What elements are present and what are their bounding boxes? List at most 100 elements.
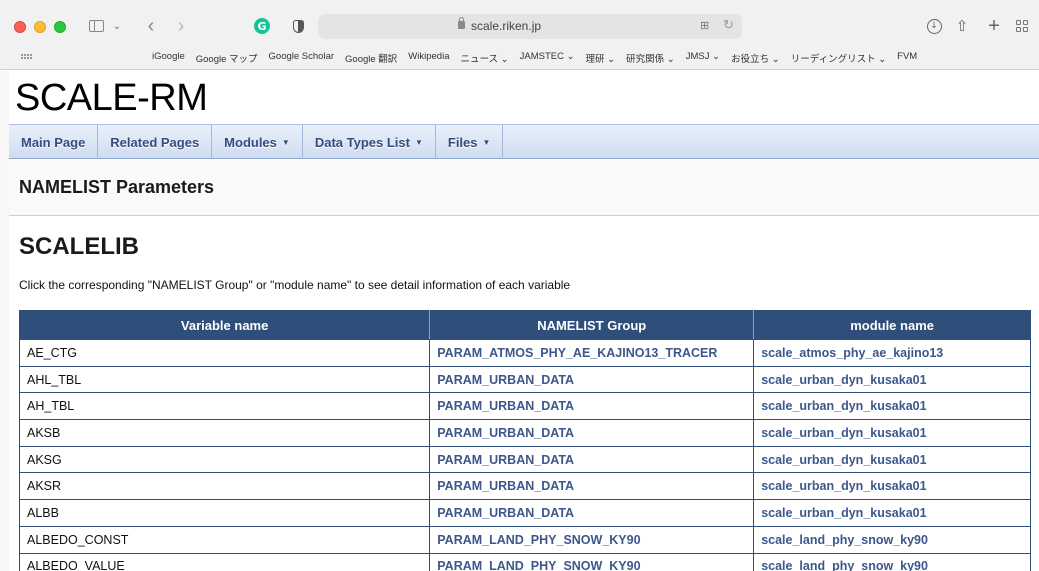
tab-overview-icon — [1016, 20, 1028, 32]
section-heading: SCALELIB — [19, 233, 139, 260]
variable-name-cell: AKSG — [18, 445, 431, 474]
column-header-namelist-group: NAMELIST Group — [429, 310, 755, 340]
download-icon: ↓ — [926, 18, 942, 34]
bookmark-item[interactable]: 研究関係 ⌄ — [626, 51, 675, 65]
namelist-group-link[interactable]: PARAM_ATMOS_PHY_AE_KAJINO13_TRACER — [429, 339, 755, 367]
bookmark-item[interactable]: iGoogle — [152, 51, 185, 65]
table-row: AKSG PARAM_URBAN_DATA scale_urban_dyn_kusa… — [18, 445, 1031, 474]
bookmark-item[interactable]: JMSJ ⌄ — [686, 51, 720, 65]
intro-text: Click the corresponding "NAMELIST Group"… — [19, 278, 571, 292]
column-header-module-name: module name — [753, 310, 1031, 340]
bookmark-item[interactable]: リーディングリスト ⌄ — [791, 51, 886, 65]
nav-item-label: Modules — [224, 134, 277, 150]
bookmark-item[interactable]: JAMSTEC ⌄ — [520, 51, 575, 65]
nav-item-label: Main Page — [21, 134, 86, 150]
bookmark-item[interactable]: FVM — [897, 51, 917, 65]
minimize-window-button[interactable] — [34, 21, 46, 33]
dropdown-arrow-icon: ▼ — [482, 137, 491, 147]
variable-name-cell: ALBEDO_CONST — [18, 525, 431, 554]
module-name-link[interactable]: scale_urban_dyn_kusaka01 — [753, 445, 1031, 474]
namelist-group-link[interactable]: PARAM_URBAN_DATA — [429, 365, 755, 394]
bookmark-item[interactable]: お役立ち ⌄ — [731, 51, 780, 65]
module-name-link[interactable]: scale_urban_dyn_kusaka01 — [753, 365, 1031, 394]
nav-item-data-types-list[interactable]: Data Types List ▼ — [303, 125, 436, 159]
nav-item-modules[interactable]: Modules ▼ — [212, 125, 303, 159]
bookmark-item[interactable]: 理研 ⌄ — [586, 51, 616, 65]
nav-item-files[interactable]: Files ▼ — [436, 125, 504, 159]
module-name-link[interactable]: scale_urban_dyn_kusaka01 — [753, 392, 1031, 421]
namelist-group-link[interactable]: PARAM_URBAN_DATA — [429, 392, 755, 421]
downloads-button[interactable]: ↓ — [924, 12, 944, 40]
module-name-link[interactable]: scale_urban_dyn_kusaka01 — [753, 499, 1031, 527]
namelist-group-link[interactable]: PARAM_URBAN_DATA — [429, 499, 755, 527]
variable-name-cell: AH_TBL — [18, 392, 431, 421]
table-row: ALBB PARAM_URBAN_DATA scale_urban_dyn_kusa… — [18, 499, 1031, 527]
grammarly-extension-button[interactable]: G — [252, 12, 272, 40]
module-name-link[interactable]: scale_urban_dyn_kusaka01 — [753, 419, 1031, 447]
namelist-table: Variable name NAMELIST Group module name… — [18, 310, 1031, 571]
url-text: scale.riken.jp — [471, 19, 542, 33]
browser-toolbar: ⌄ ‹ › G scale.riken.jp ⊞ ↻ ↓ ⇧ + iGoogle… — [0, 0, 1039, 70]
table-row: AKSR PARAM_URBAN_DATA scale_urban_dyn_kusa… — [18, 472, 1031, 501]
page-header: NAMELIST Parameters — [9, 159, 1039, 216]
table-row: AHL_TBL PARAM_URBAN_DATA scale_urban_dyn_k… — [18, 365, 1031, 394]
module-name-link[interactable]: scale_urban_dyn_kusaka01 — [753, 472, 1031, 501]
chevron-down-icon[interactable]: ⌄ — [110, 12, 124, 40]
new-tab-button[interactable]: + — [984, 12, 1004, 40]
table-row: AKSB PARAM_URBAN_DATA scale_urban_dyn_kusa… — [18, 419, 1031, 447]
table-header-row: Variable name NAMELIST Group module name — [18, 310, 1031, 340]
variable-name-cell: AKSR — [18, 472, 431, 501]
translate-icon[interactable]: ⊞ — [700, 19, 709, 32]
back-button[interactable]: ‹ — [140, 12, 162, 40]
bookmark-item[interactable]: Wikipedia — [408, 51, 449, 65]
nav-item-main-page[interactable]: Main Page — [9, 125, 99, 159]
privacy-extension-button[interactable] — [288, 12, 308, 40]
variable-name-cell: AE_CTG — [18, 339, 431, 367]
module-name-link[interactable]: scale_atmos_phy_ae_kajino13 — [753, 339, 1031, 367]
tab-overview-button[interactable] — [1012, 12, 1032, 40]
grammarly-icon: G — [254, 18, 270, 34]
bookmark-item[interactable]: Google 翻訳 — [345, 51, 397, 65]
nav-item-label: Files — [447, 134, 478, 150]
forward-button[interactable]: › — [170, 12, 192, 40]
bookmark-item[interactable]: ニュース ⌄ — [460, 51, 508, 65]
nav-item-label: Data Types List — [314, 134, 410, 150]
table-row: ALBEDO_CONST PARAM_LAND_PHY_SNOW_KY90 scal… — [18, 525, 1031, 554]
address-bar[interactable]: scale.riken.jp ⊞ ↻ — [318, 14, 742, 39]
bookmarks-bar: iGoogle Google マップ Google Scholar Google 翻訳… — [0, 48, 1039, 68]
close-window-button[interactable] — [14, 21, 26, 33]
variable-name-cell: AHL_TBL — [18, 365, 431, 394]
lock-icon — [458, 17, 465, 29]
shield-icon — [292, 19, 304, 33]
module-name-link[interactable]: scale_land_phy_snow_ky90 — [753, 552, 1031, 571]
apps-grid-icon[interactable] — [21, 54, 32, 59]
reload-icon[interactable]: ↻ — [723, 17, 734, 33]
namelist-group-link[interactable]: PARAM_URBAN_DATA — [429, 472, 755, 501]
page-title: NAMELIST Parameters — [19, 177, 215, 197]
main-navbar: Main Page Related Pages Modules ▼ Data Types… — [9, 124, 1039, 159]
dropdown-arrow-icon: ▼ — [281, 137, 290, 147]
nav-item-related-pages[interactable]: Related Pages — [98, 125, 213, 159]
bookmark-item[interactable]: Google マップ — [196, 51, 258, 65]
table-row: AH_TBL PARAM_URBAN_DATA scale_urban_dyn_ku… — [18, 392, 1031, 421]
dropdown-arrow-icon: ▼ — [414, 137, 423, 147]
variable-name-cell: AKSB — [18, 419, 431, 447]
share-button[interactable]: ⇧ — [952, 12, 972, 40]
namelist-group-link[interactable]: PARAM_LAND_PHY_SNOW_KY90 — [429, 525, 755, 554]
zoom-window-button[interactable] — [54, 21, 66, 33]
variable-name-cell: ALBB — [18, 499, 431, 527]
column-header-variable-name: Variable name — [18, 310, 431, 340]
sidebar-icon — [88, 20, 104, 32]
namelist-group-link[interactable]: PARAM_URBAN_DATA — [429, 419, 755, 447]
table-row: ALBEDO_VALUE PARAM_LAND_PHY_SNOW_KY90 scal… — [18, 552, 1031, 571]
nav-item-label: Related Pages — [110, 134, 200, 150]
namelist-group-link[interactable]: PARAM_LAND_PHY_SNOW_KY90 — [429, 552, 755, 571]
module-name-link[interactable]: scale_land_phy_snow_ky90 — [753, 525, 1031, 554]
namelist-group-link[interactable]: PARAM_URBAN_DATA — [429, 445, 755, 474]
project-name: SCALE-RM — [15, 77, 208, 119]
sidebar-toggle-button[interactable] — [84, 12, 108, 40]
page-content: SCALE-RM Main Page Related Pages Modules ▼ D… — [0, 71, 1039, 571]
bookmark-item[interactable]: Google Scholar — [269, 51, 334, 65]
variable-name-cell: ALBEDO_VALUE — [18, 552, 431, 571]
table-row: AE_CTG PARAM_ATMOS_PHY_AE_KAJINO13_TRACER… — [18, 339, 1031, 367]
